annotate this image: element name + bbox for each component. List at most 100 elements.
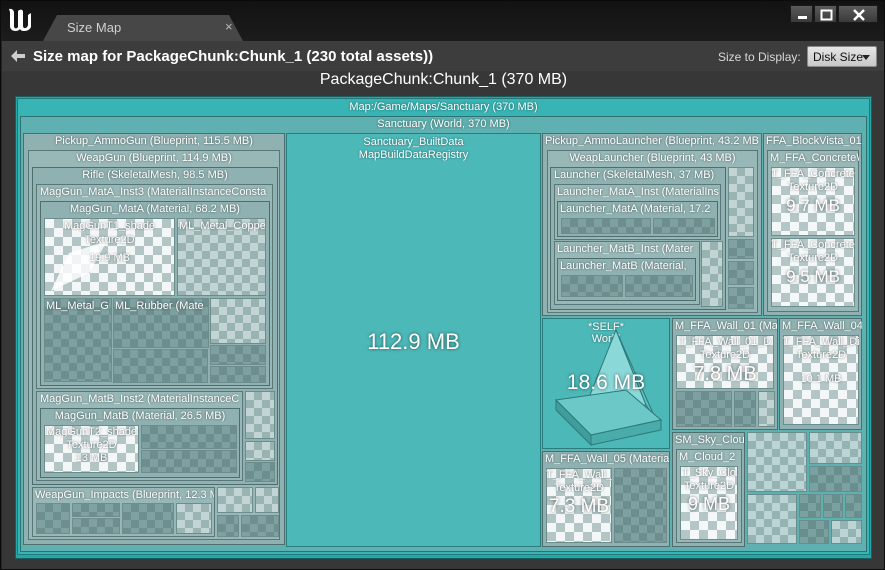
close-button[interactable]	[838, 5, 878, 23]
node-label: Rifle (SkeletalMesh, 98.5 MB)	[82, 169, 228, 181]
treemap-node-small-ab[interactable]	[676, 391, 732, 427]
treemap-node-small-y[interactable]	[728, 239, 754, 259]
treemap-node-small-ai[interactable]	[747, 494, 797, 544]
texture-name: T_FFA_Wall_	[546, 469, 612, 481]
toolbar: Size map for PackageChunk:Chunk_1 (230 t…	[2, 41, 884, 71]
texture-size: 7.3 MB	[548, 496, 610, 517]
texture-type: Texture2D	[84, 234, 135, 246]
treemap-node-small-v[interactable]	[625, 275, 693, 297]
size-map-window: Size Map × Size map for PackageChunk:Chu…	[0, 0, 885, 570]
unreal-engine-logo-icon	[9, 8, 31, 32]
treemap-node-small-l[interactable]	[72, 518, 120, 534]
treemap-node-small-i[interactable]	[245, 462, 275, 482]
treemap-node-small-u[interactable]	[561, 275, 623, 297]
node-label: MagGun_MatB_Inst2 (MaterialInstanceC	[40, 393, 240, 405]
node-label: WeapLauncher (Blueprint, 43 MB)	[569, 152, 736, 164]
texture-type: Texture2D	[787, 252, 839, 264]
treemap-node-small-a[interactable]	[113, 349, 208, 383]
tab-close-icon[interactable]: ×	[225, 20, 233, 34]
treemap-node-small-o[interactable]	[217, 487, 253, 513]
texture-size: 10.1 MB	[800, 373, 842, 385]
minimize-icon	[798, 16, 807, 19]
treemap-node-small-ah[interactable]	[809, 466, 862, 492]
node-label: WeapGun_Impacts (Blueprint, 12.3 M	[35, 489, 214, 501]
treemap-node-small-ak[interactable]	[823, 494, 843, 518]
node-label: MagGun_MatA (Material, 68.2 MB)	[70, 203, 240, 215]
node-label: Launcher (SkeletalMesh, 37 MB)	[554, 169, 715, 181]
treemap-node-small-j[interactable]	[36, 503, 70, 534]
texture-name: T_Sky_Clo	[682, 467, 736, 479]
treemap-node-small-z[interactable]	[728, 261, 754, 285]
node-label: Launcher_MatA (Material, 17.2	[560, 203, 711, 215]
chevron-down-icon	[862, 55, 870, 60]
title-bar: Size Map ×	[1, 1, 884, 41]
node-label: Sanctuary (World, 370 MB)	[377, 118, 510, 130]
texture-type: Texture2D	[699, 349, 751, 361]
treemap-node-small-ad[interactable]	[758, 391, 775, 427]
treemap-node-small-r[interactable]	[255, 487, 279, 513]
treemap-node-small-ae[interactable]	[614, 468, 667, 543]
treemap-node-small-e[interactable]	[141, 425, 237, 449]
treemap-node-small-ag[interactable]	[809, 432, 862, 464]
node-label: FFA_BlockVista_01	[766, 135, 862, 147]
node-label: WeapGun (Blueprint, 114.9 MB)	[76, 152, 232, 164]
node-label: ML_Metal_Gr	[46, 300, 110, 312]
node-label: Launcher_MatA_Inst (MaterialIns	[557, 186, 720, 198]
treemap-node-small-am[interactable]	[799, 520, 829, 544]
node-label: ML_Metal_Coppe	[179, 220, 265, 232]
treemap-node-small-t[interactable]	[653, 218, 715, 234]
node-label: M_FFA_Wall_01 (Ma	[675, 320, 777, 332]
texture-type: Texture2D	[683, 480, 735, 492]
maximize-button[interactable]	[814, 5, 837, 23]
size-to-display-label: Size to Display:	[718, 50, 801, 64]
texture-name: T_FFA_Concrete	[771, 168, 855, 180]
treemap-node-small-x[interactable]	[728, 167, 754, 237]
treemap-node-small-k[interactable]	[72, 503, 120, 517]
treemap-node-small-w[interactable]	[701, 241, 723, 307]
treemap-node-small-aa[interactable]	[728, 287, 754, 309]
texture-size: 7.8 MB	[693, 363, 757, 385]
treemap-node-small-n[interactable]	[176, 503, 212, 534]
texture-type: Texture2D	[795, 349, 847, 361]
node-label: M_FFA_Wall_05 (Materia	[545, 453, 669, 465]
treemap-node-small-an[interactable]	[831, 520, 862, 544]
treemap-node-small-ac[interactable]	[734, 391, 756, 427]
treemap-node-small-m[interactable]	[122, 503, 174, 534]
node-label: MagGun_MatB (Material, 26.5 MB)	[54, 410, 226, 422]
treemap-node-small-c[interactable]	[210, 345, 266, 365]
self-size: 18.6 MB	[566, 371, 646, 394]
treemap-node-small-b[interactable]	[210, 298, 266, 344]
close-icon	[853, 9, 865, 21]
texture-name: T_FFA_Wall_Di	[783, 336, 859, 348]
size-to-display-dropdown[interactable]: Disk Size	[807, 46, 877, 67]
package-chunk-title: PackageChunk:Chunk_1 (370 MB)	[319, 71, 568, 88]
texture-size: 9.5 MB	[786, 267, 840, 286]
treemap-node-small-h[interactable]	[245, 441, 275, 461]
back-arrow-icon[interactable]	[10, 49, 26, 63]
node-label: M_FFA_ConcreteW	[770, 152, 859, 164]
node-label: Launcher_MatB (Material,	[560, 260, 687, 272]
texture-size: 13 MB	[75, 452, 108, 464]
node-type: MapBuildDataRegistry	[358, 149, 469, 161]
texture-name: T_FFA_Concrete	[771, 239, 855, 251]
texture-size: 19.9 MB	[89, 252, 130, 264]
node-label: Pickup_AmmoGun (Blueprint, 115.5 MB)	[55, 135, 253, 147]
node-label: Sanctuary_BuiltData	[363, 136, 464, 148]
treemap-node-small-q[interactable]	[241, 515, 279, 537]
texture-name: MagGunT2_shade	[45, 426, 138, 438]
maximize-icon	[820, 9, 833, 21]
treemap-node-small-s[interactable]	[561, 218, 651, 234]
minimize-button[interactable]	[790, 5, 813, 23]
texture-name: MagGunT1_shade	[63, 220, 156, 232]
treemap-node-small-aj[interactable]	[799, 494, 821, 518]
node-label: Launcher_MatB_Inst (Mater	[557, 243, 694, 255]
treemap-node-small-al[interactable]	[845, 494, 862, 518]
node-label: M_FFA_Wall_04	[782, 320, 862, 332]
node-label: ML_Rubber (Mate	[115, 300, 204, 312]
treemap-node-small-f[interactable]	[141, 450, 237, 473]
treemap-node-small-p[interactable]	[217, 515, 239, 537]
treemap-node-small-d[interactable]	[210, 366, 266, 383]
treemap-node-small-g[interactable]	[245, 391, 275, 439]
treemap-node-sanctuary-builtdata[interactable]: Sanctuary_BuiltData MapBuildDataRegistry…	[286, 133, 541, 547]
treemap-node-small-af[interactable]	[747, 432, 807, 492]
